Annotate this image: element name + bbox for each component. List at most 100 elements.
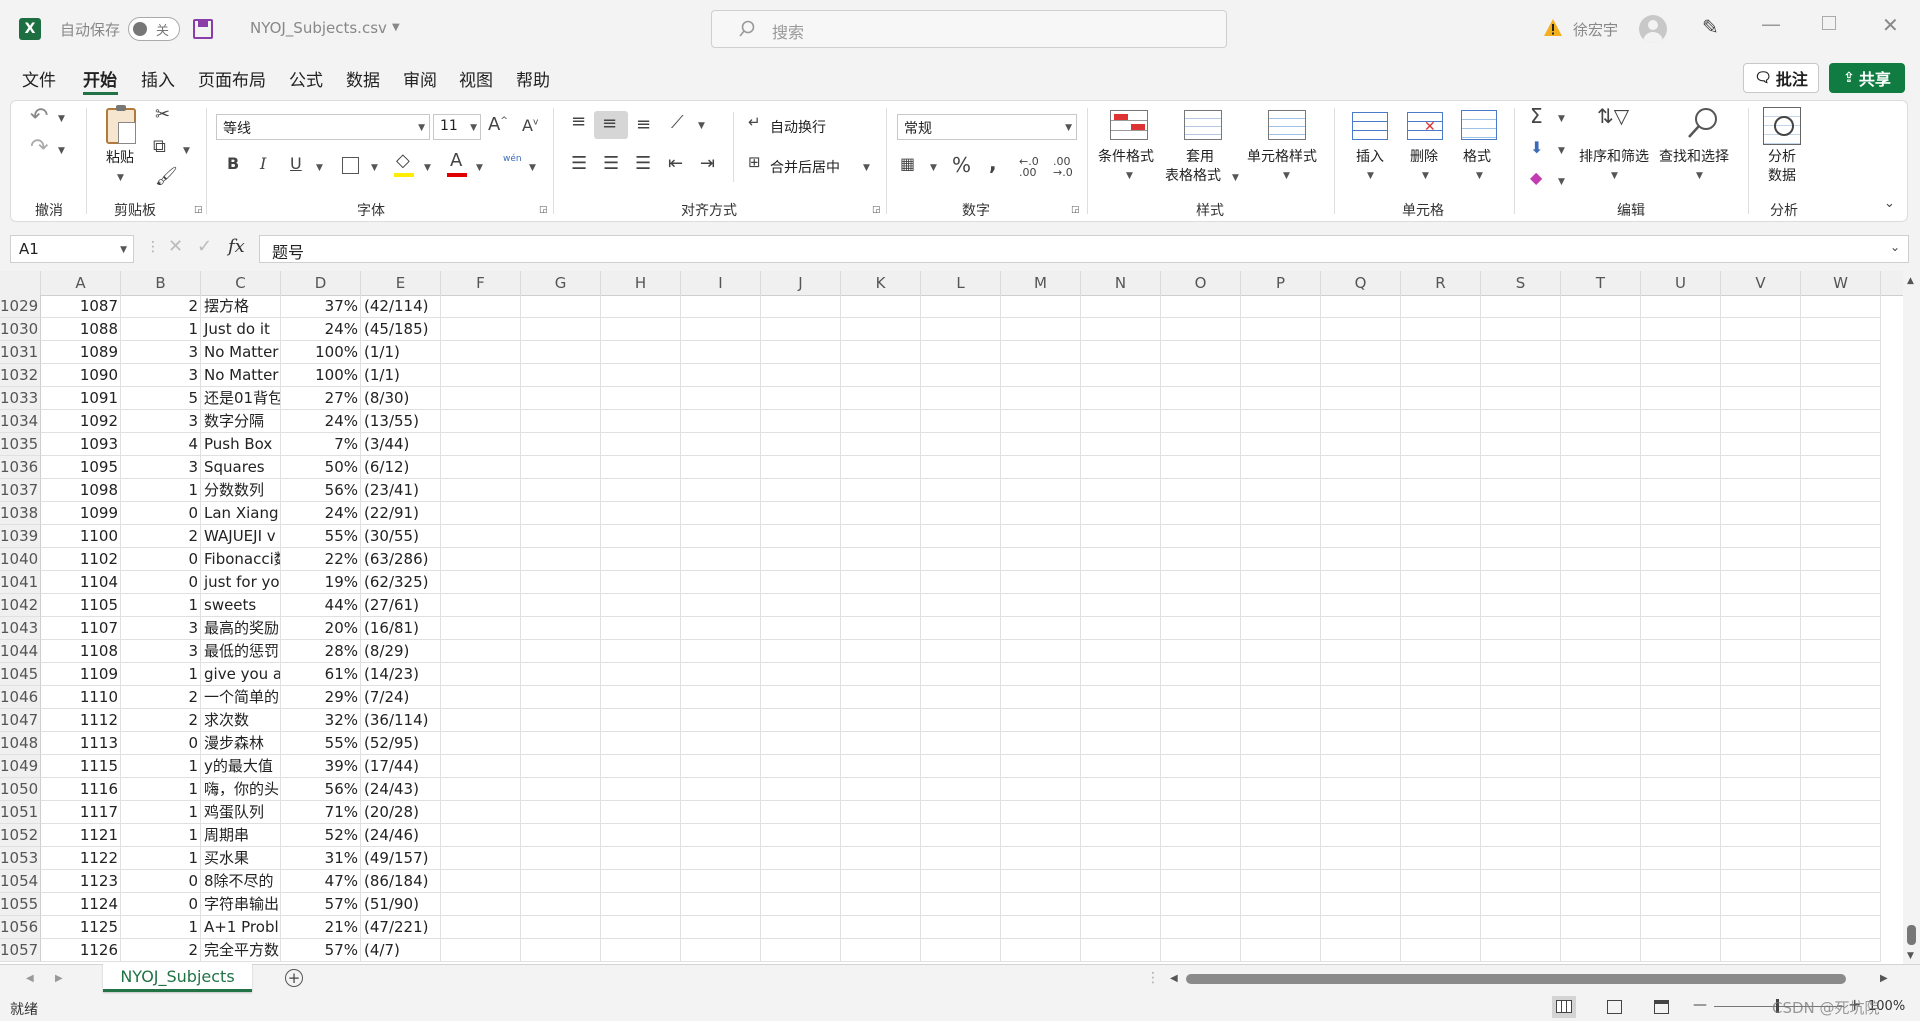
chevron-down-icon[interactable]: ▼ xyxy=(1558,114,1565,124)
empty-cell[interactable] xyxy=(521,617,601,640)
empty-cell[interactable] xyxy=(1481,617,1561,640)
empty-cell[interactable] xyxy=(521,916,601,939)
empty-cell[interactable] xyxy=(1081,893,1161,916)
empty-cell[interactable] xyxy=(1721,778,1801,801)
chevron-down-icon[interactable]: ▼ xyxy=(1696,171,1703,181)
empty-cell[interactable] xyxy=(681,916,761,939)
empty-cell[interactable] xyxy=(1161,732,1241,755)
empty-cell[interactable] xyxy=(1241,778,1321,801)
empty-cell[interactable] xyxy=(1241,663,1321,686)
cell-d[interactable]: 22% xyxy=(281,548,361,571)
empty-cell[interactable] xyxy=(1401,571,1481,594)
empty-cell[interactable] xyxy=(761,341,841,364)
empty-cell[interactable] xyxy=(1001,617,1081,640)
column-header-c[interactable]: C xyxy=(201,271,281,295)
empty-cell[interactable] xyxy=(601,939,681,962)
empty-cell[interactable] xyxy=(441,456,521,479)
empty-cell[interactable] xyxy=(1321,824,1401,847)
empty-cell[interactable] xyxy=(1721,594,1801,617)
row-header[interactable]: 1045 xyxy=(0,663,41,686)
empty-cell[interactable] xyxy=(601,663,681,686)
empty-cell[interactable] xyxy=(1081,295,1161,318)
empty-cell[interactable] xyxy=(921,824,1001,847)
empty-cell[interactable] xyxy=(1241,686,1321,709)
empty-cell[interactable] xyxy=(1001,939,1081,962)
empty-cell[interactable] xyxy=(841,709,921,732)
format-cells-button[interactable]: 格式 xyxy=(1463,148,1491,167)
scroll-right-icon[interactable]: ▶ xyxy=(1880,973,1888,984)
cancel-entry-icon[interactable]: ✕ xyxy=(168,236,183,257)
empty-cell[interactable] xyxy=(1561,525,1641,548)
empty-cell[interactable] xyxy=(1321,847,1401,870)
empty-cell[interactable] xyxy=(1641,295,1721,318)
empty-cell[interactable] xyxy=(1081,433,1161,456)
empty-cell[interactable] xyxy=(1801,525,1881,548)
row-header[interactable]: 1037 xyxy=(0,479,41,502)
empty-cell[interactable] xyxy=(521,847,601,870)
empty-cell[interactable] xyxy=(1001,295,1081,318)
empty-cell[interactable] xyxy=(1001,916,1081,939)
empty-cell[interactable] xyxy=(841,663,921,686)
empty-cell[interactable] xyxy=(1561,479,1641,502)
empty-cell[interactable] xyxy=(1241,387,1321,410)
next-sheet-icon[interactable]: ▶ xyxy=(55,973,63,984)
empty-cell[interactable] xyxy=(761,295,841,318)
empty-cell[interactable] xyxy=(1401,663,1481,686)
empty-cell[interactable] xyxy=(1801,640,1881,663)
empty-cell[interactable] xyxy=(761,732,841,755)
align-center-icon[interactable]: ☰ xyxy=(603,155,619,173)
comma-style-icon[interactable]: , xyxy=(989,153,997,173)
empty-cell[interactable] xyxy=(601,916,681,939)
empty-cell[interactable] xyxy=(1561,732,1641,755)
analyze-data-button[interactable]: 分析 xyxy=(1768,148,1796,167)
cell-c[interactable]: 一个简单的 xyxy=(201,686,281,709)
cell-e[interactable]: (86/184) xyxy=(361,870,441,893)
empty-cell[interactable] xyxy=(1561,548,1641,571)
chevron-down-icon[interactable]: ▼ xyxy=(1558,146,1565,156)
empty-cell[interactable] xyxy=(1161,801,1241,824)
cell-a[interactable]: 1088 xyxy=(41,318,121,341)
share-button[interactable]: ⇪ 共享 xyxy=(1829,63,1905,93)
empty-cell[interactable] xyxy=(1561,502,1641,525)
empty-cell[interactable] xyxy=(1081,617,1161,640)
increase-decimal-icon[interactable]: ←.0.00 xyxy=(1019,156,1039,178)
empty-cell[interactable] xyxy=(1721,433,1801,456)
empty-cell[interactable] xyxy=(601,387,681,410)
column-header-j[interactable]: J xyxy=(761,271,841,295)
empty-cell[interactable] xyxy=(1561,594,1641,617)
empty-cell[interactable] xyxy=(1721,387,1801,410)
empty-cell[interactable] xyxy=(841,479,921,502)
empty-cell[interactable] xyxy=(1241,295,1321,318)
empty-cell[interactable] xyxy=(1001,870,1081,893)
empty-cell[interactable] xyxy=(441,594,521,617)
empty-cell[interactable] xyxy=(1321,893,1401,916)
cell-d[interactable]: 57% xyxy=(281,939,361,962)
empty-cell[interactable] xyxy=(1801,686,1881,709)
sheet-tab-nyoj-subjects[interactable]: NYOJ_Subjects xyxy=(103,964,252,992)
cell-b[interactable]: 1 xyxy=(121,479,201,502)
cell-b[interactable]: 3 xyxy=(121,640,201,663)
empty-cell[interactable] xyxy=(1641,640,1721,663)
empty-cell[interactable] xyxy=(1161,617,1241,640)
accounting-format-icon[interactable]: ▦ xyxy=(900,156,915,172)
empty-cell[interactable] xyxy=(1241,318,1321,341)
empty-cell[interactable] xyxy=(1641,456,1721,479)
font-size-select[interactable]: 11 ▼ xyxy=(433,114,481,140)
cell-a[interactable]: 1102 xyxy=(41,548,121,571)
cell-a[interactable]: 1122 xyxy=(41,847,121,870)
cell-a[interactable]: 1105 xyxy=(41,594,121,617)
empty-cell[interactable] xyxy=(521,939,601,962)
empty-cell[interactable] xyxy=(1401,433,1481,456)
close-icon[interactable]: ✕ xyxy=(1882,13,1899,37)
cell-b[interactable]: 1 xyxy=(121,594,201,617)
empty-cell[interactable] xyxy=(1561,364,1641,387)
empty-cell[interactable] xyxy=(1321,732,1401,755)
empty-cell[interactable] xyxy=(841,410,921,433)
empty-cell[interactable] xyxy=(1241,640,1321,663)
empty-cell[interactable] xyxy=(601,571,681,594)
number-format-select[interactable]: 常规 ▼ xyxy=(897,114,1077,140)
empty-cell[interactable] xyxy=(841,502,921,525)
empty-cell[interactable] xyxy=(681,525,761,548)
empty-cell[interactable] xyxy=(1001,778,1081,801)
row-header[interactable]: 1031 xyxy=(0,341,41,364)
